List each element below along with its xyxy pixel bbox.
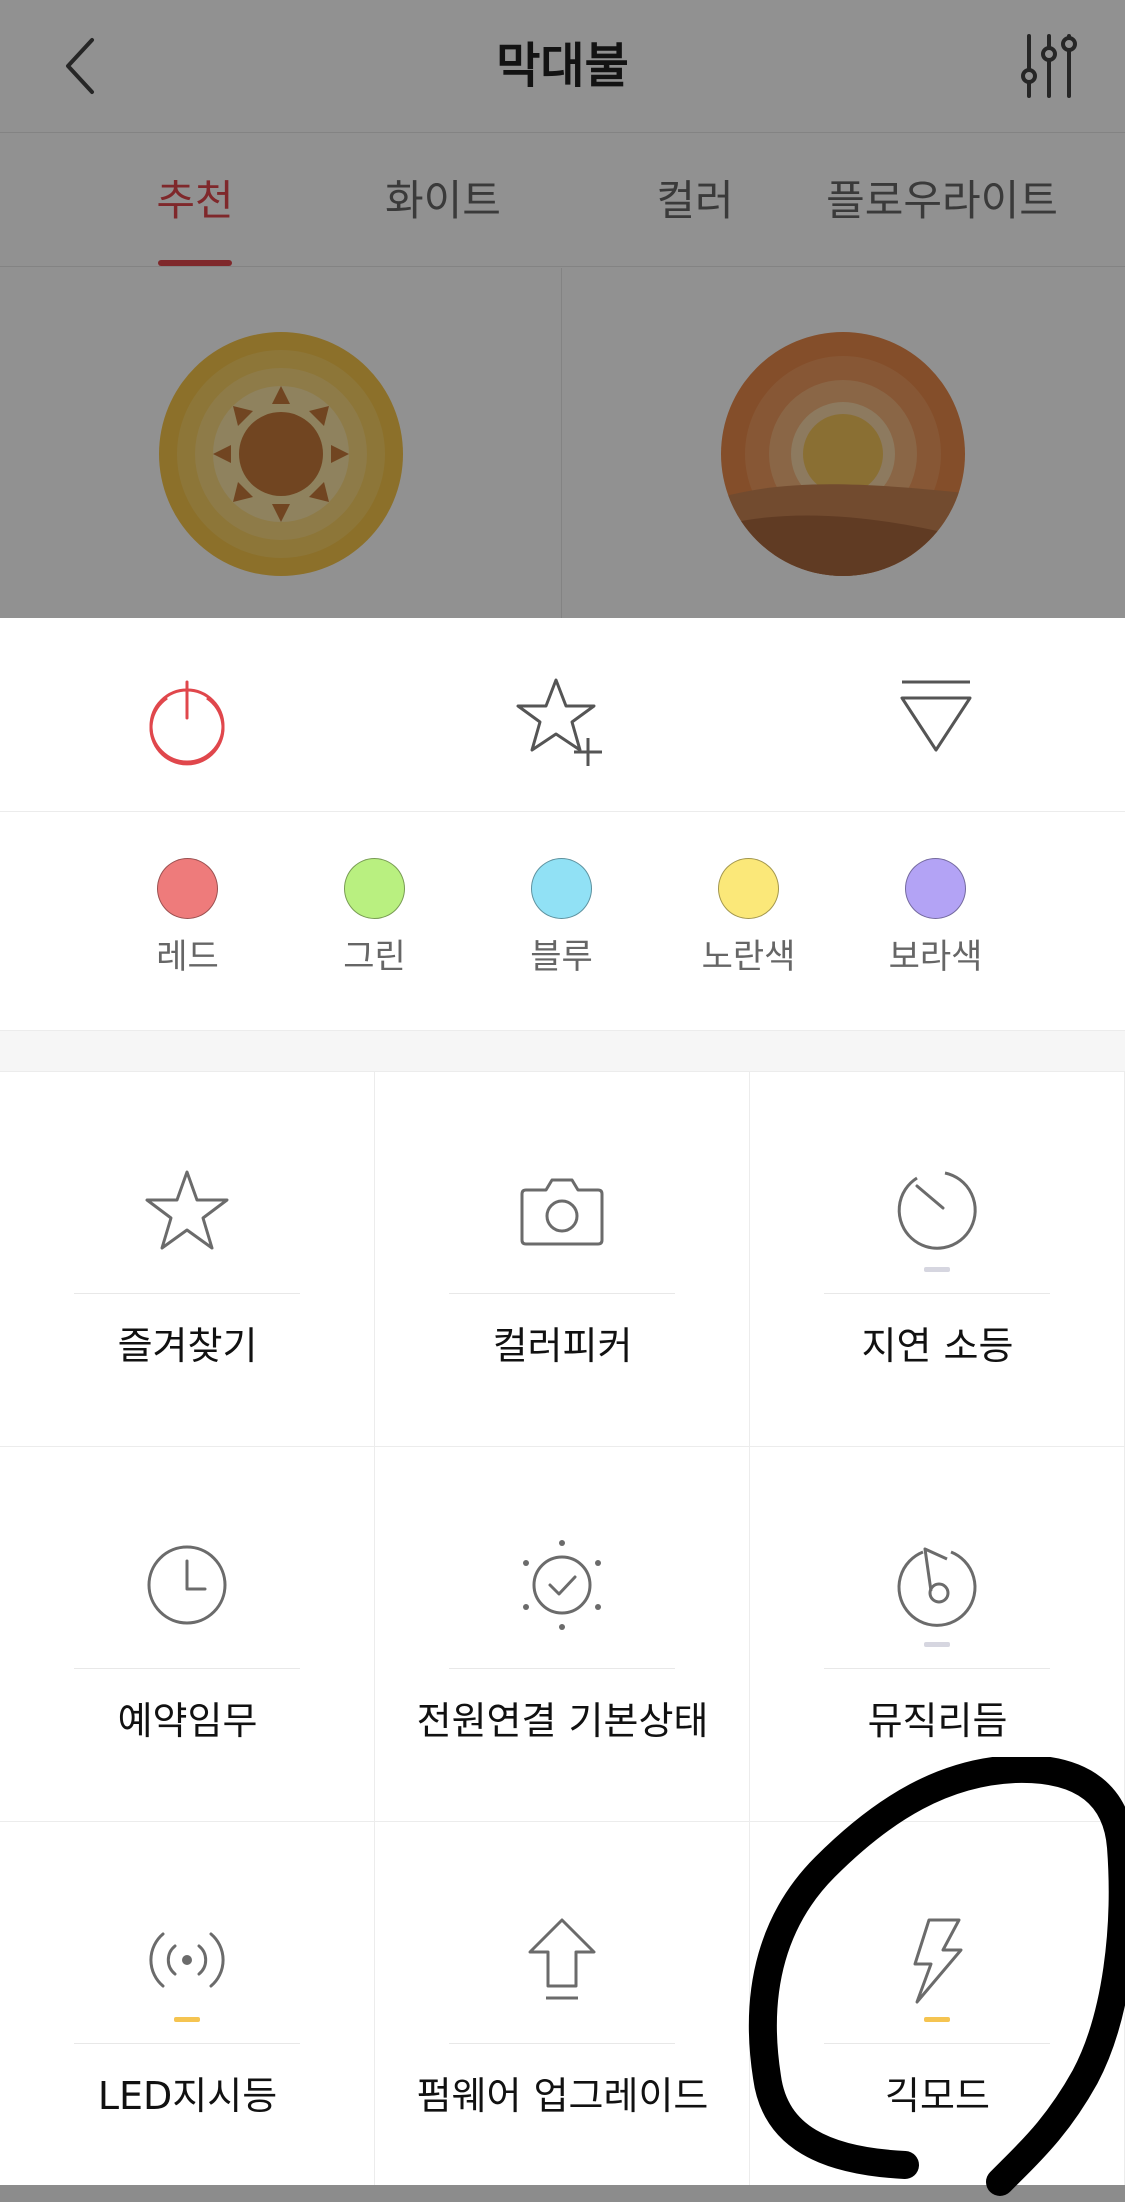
function-label: 긱모드 — [885, 2074, 990, 2118]
music-icon — [897, 1547, 977, 1627]
swatch-purple — [905, 858, 966, 919]
function-led-indicator[interactable]: LED지시등 — [0, 1822, 375, 2197]
status-indicator — [924, 1267, 950, 1272]
function-firmware-upgrade[interactable]: 펌웨어 업그레이드 — [375, 1822, 750, 2197]
add-favorite-button[interactable] — [512, 670, 612, 770]
function-label: 예약임무 — [117, 1699, 258, 1743]
cell-divider-line — [74, 1668, 300, 1669]
cell-divider-line — [449, 1293, 675, 1294]
function-color-picker[interactable]: 컬러피커 — [375, 1072, 750, 1447]
function-geek-mode[interactable]: 긱모드 — [750, 1822, 1125, 2197]
color-preset-red[interactable]: 레드 — [94, 812, 281, 1030]
cell-divider-line — [74, 1293, 300, 1294]
function-label: 컬러피커 — [492, 1324, 633, 1368]
cell-divider-line — [824, 1293, 1050, 1294]
status-indicator — [924, 2017, 950, 2022]
dim-overlay[interactable] — [0, 0, 1125, 618]
function-label: 지연 소등 — [861, 1324, 1014, 1368]
upgrade-arrow-icon — [528, 1918, 596, 2000]
bottom-edge-bar — [0, 2185, 1125, 2202]
color-label: 블루 — [530, 937, 593, 977]
function-label: 즐겨찾기 — [117, 1324, 258, 1368]
status-indicator — [924, 1642, 950, 1647]
function-schedule[interactable]: 예약임무 — [0, 1447, 375, 1822]
collapse-triangle-icon — [900, 680, 972, 752]
cell-divider-line — [449, 1668, 675, 1669]
status-indicator — [174, 2017, 200, 2022]
cell-divider-line — [824, 2043, 1050, 2044]
color-label: 그린 — [343, 937, 406, 977]
background-app: 막대불 추천 화이트 컬러 플로우라이트 — [0, 0, 1125, 618]
star-plus-icon — [516, 678, 602, 766]
swatch-yellow — [718, 858, 779, 919]
swatch-blue — [531, 858, 592, 919]
cell-divider-line — [824, 1668, 1050, 1669]
color-label: 레드 — [156, 937, 219, 977]
color-preset-yellow[interactable]: 노란색 — [655, 812, 842, 1030]
control-sheet: 레드 그린 블루 노란색 보라색 즐겨찾기 컬러피커 지연 소등 예약임무 전원… — [0, 618, 1125, 2197]
power-icon — [149, 680, 225, 766]
cell-divider-line — [74, 2043, 300, 2044]
camera-icon — [520, 1178, 604, 1246]
quick-actions-row — [0, 618, 1125, 812]
cell-divider-line — [449, 2043, 675, 2044]
function-label: LED지시등 — [97, 2074, 278, 2118]
color-label: 노란색 — [701, 937, 796, 977]
color-preset-blue[interactable]: 블루 — [468, 812, 655, 1030]
timer-icon — [897, 1171, 977, 1250]
function-label: 전원연결 기본상태 — [416, 1699, 709, 1743]
function-delayed-off[interactable]: 지연 소등 — [750, 1072, 1125, 1447]
power-on-check-icon — [523, 1540, 601, 1630]
collapse-button[interactable] — [886, 670, 986, 770]
star-icon — [145, 1170, 229, 1250]
signal-icon — [149, 1932, 225, 1988]
function-favorites[interactable]: 즐겨찾기 — [0, 1072, 375, 1447]
color-preset-green[interactable]: 그린 — [281, 812, 468, 1030]
swatch-red — [157, 858, 218, 919]
function-label: 뮤직리듬 — [867, 1699, 1008, 1743]
power-button[interactable] — [137, 670, 237, 770]
swatch-green — [344, 858, 405, 919]
clock-icon — [147, 1545, 227, 1625]
function-grid: 즐겨찾기 컬러피커 지연 소등 예약임무 전원연결 기본상태 뮤직리듬 LED지… — [0, 1072, 1125, 2197]
function-music-rhythm[interactable]: 뮤직리듬 — [750, 1447, 1125, 1822]
section-separator — [0, 1030, 1125, 1072]
function-power-on-state[interactable]: 전원연결 기본상태 — [375, 1447, 750, 1822]
color-label: 보라색 — [888, 937, 983, 977]
color-preset-purple[interactable]: 보라색 — [842, 812, 1029, 1030]
function-label: 펌웨어 업그레이드 — [416, 2074, 709, 2118]
lightning-icon — [913, 1918, 963, 2004]
color-presets-row: 레드 그린 블루 노란색 보라색 — [0, 812, 1125, 1030]
